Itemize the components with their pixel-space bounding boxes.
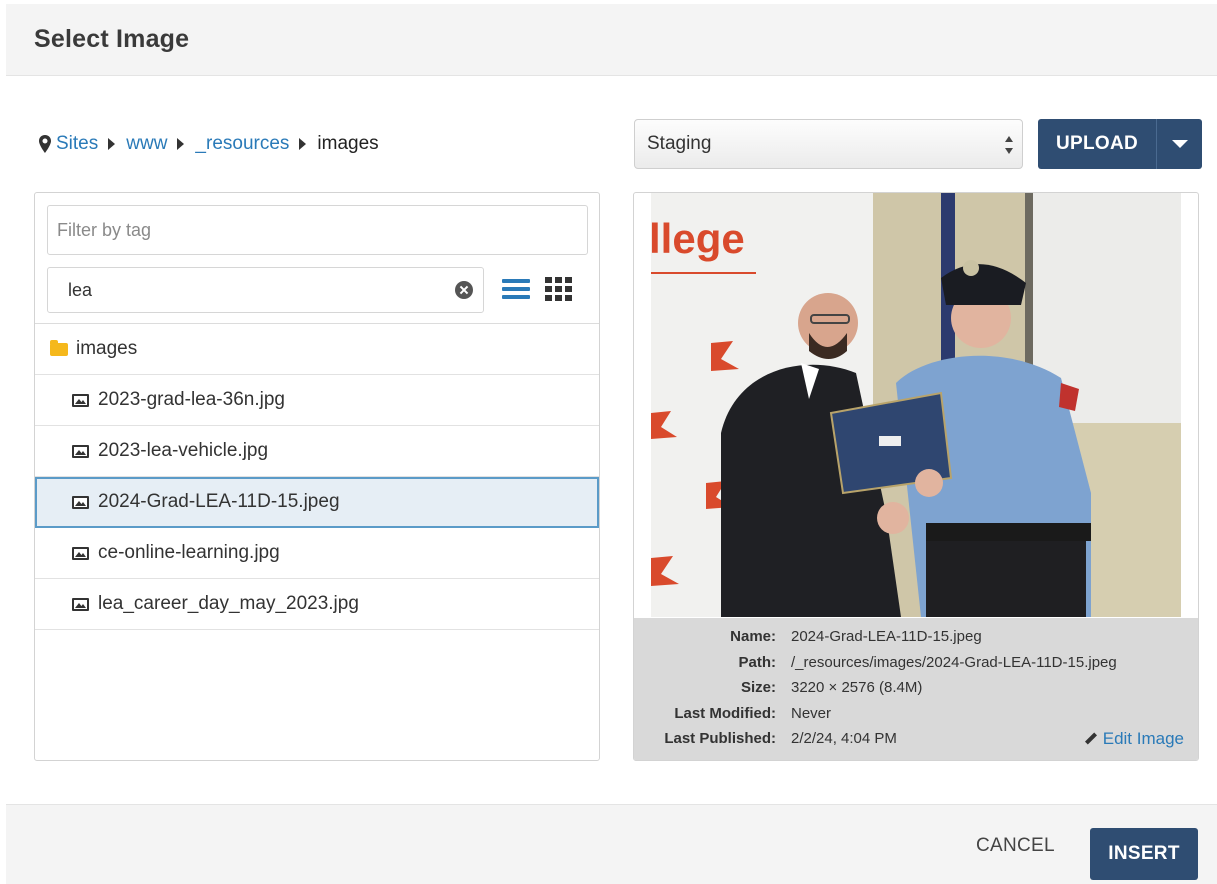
folder-label: images <box>76 338 138 359</box>
caret-right-icon <box>177 138 185 150</box>
grid-view-icon[interactable] <box>545 277 572 301</box>
detail-label: Last Published: <box>664 730 776 747</box>
detail-row-size: Size: 3220 × 2576 (8.4M) <box>634 679 1198 699</box>
caret-right-icon <box>108 138 116 150</box>
map-pin-icon <box>39 135 51 153</box>
edit-image-link[interactable]: Edit Image <box>1085 729 1184 749</box>
filter-by-tag-input[interactable] <box>47 205 588 255</box>
detail-value: 2/2/24, 4:04 PM <box>791 730 897 747</box>
upload-button[interactable]: UPLOAD <box>1038 119 1156 169</box>
file-browser-panel: images 2023-grad-lea-36n.jpg 2023-lea-ve… <box>34 192 600 761</box>
file-name: 2023-grad-lea-36n.jpg <box>98 389 285 410</box>
detail-value: /_resources/images/2024-Grad-LEA-11D-15.… <box>791 654 1117 671</box>
list-item[interactable]: ce-online-learning.jpg <box>35 528 599 579</box>
image-file-icon <box>72 546 89 560</box>
list-view-icon[interactable] <box>502 277 530 301</box>
cancel-button[interactable]: CANCEL <box>976 835 1055 857</box>
dialog-header: Select Image <box>6 4 1217 76</box>
detail-label: Path: <box>738 654 777 671</box>
upload-dropdown-caret-icon[interactable] <box>1156 119 1202 169</box>
image-file-icon <box>72 495 89 509</box>
breadcrumb-link-sites[interactable]: Sites <box>56 133 98 155</box>
environment-select[interactable]: Staging <box>634 119 1023 169</box>
list-item[interactable]: 2023-grad-lea-36n.jpg <box>35 375 599 426</box>
detail-value: 3220 × 2576 (8.4M) <box>791 679 923 696</box>
environment-select-value: Staging <box>647 133 712 154</box>
image-details: Name: 2024-Grad-LEA-11D-15.jpeg Path: /_… <box>634 618 1198 760</box>
file-list: images 2023-grad-lea-36n.jpg 2023-lea-ve… <box>35 323 599 630</box>
image-preview-panel: llege Name: 2024-Grad-LEA-11D-15.jpeg Pa… <box>633 192 1199 761</box>
search-field <box>47 267 484 313</box>
clear-icon[interactable] <box>455 281 473 299</box>
dialog-footer: CANCEL INSERT <box>6 804 1217 884</box>
file-name: 2023-lea-vehicle.jpg <box>98 440 269 461</box>
detail-value: Never <box>791 705 832 722</box>
list-item[interactable]: 2023-lea-vehicle.jpg <box>35 426 599 477</box>
detail-row-last-modified: Last Modified: Never <box>634 705 1198 725</box>
file-name: lea_career_day_may_2023.jpg <box>98 593 359 614</box>
backdrop-text: llege <box>651 215 745 262</box>
folder-item-images[interactable]: images <box>35 324 599 375</box>
breadcrumb-link-www[interactable]: www <box>126 133 167 155</box>
folder-icon <box>50 339 68 356</box>
image-file-icon <box>72 393 89 407</box>
detail-value: 2024-Grad-LEA-11D-15.jpeg <box>791 628 982 645</box>
detail-label: Last Modified: <box>674 705 776 722</box>
detail-label: Name: <box>730 628 776 645</box>
detail-label: Size: <box>740 679 776 696</box>
image-file-icon <box>72 597 89 611</box>
image-file-icon <box>72 444 89 458</box>
dialog-title: Select Image <box>34 25 190 53</box>
breadcrumb-current: images <box>317 133 379 154</box>
pencil-icon <box>1085 733 1097 745</box>
preview-image: llege <box>651 193 1181 617</box>
breadcrumb: Sites www _resources images <box>38 132 379 156</box>
caret-right-icon <box>299 138 307 150</box>
insert-button[interactable]: INSERT <box>1090 828 1198 880</box>
file-name: 2024-Grad-LEA-11D-15.jpeg <box>98 491 340 512</box>
detail-row-path: Path: /_resources/images/2024-Grad-LEA-1… <box>634 654 1198 674</box>
edit-image-label: Edit Image <box>1102 729 1184 748</box>
breadcrumb-link-resources[interactable]: _resources <box>195 133 289 155</box>
detail-row-name: Name: 2024-Grad-LEA-11D-15.jpeg <box>634 628 1198 648</box>
list-item[interactable]: lea_career_day_may_2023.jpg <box>35 579 599 630</box>
search-input[interactable] <box>48 268 448 312</box>
select-arrows-icon <box>1005 136 1013 154</box>
file-name: ce-online-learning.jpg <box>98 542 280 563</box>
list-item-selected[interactable]: 2024-Grad-LEA-11D-15.jpeg <box>35 477 599 528</box>
